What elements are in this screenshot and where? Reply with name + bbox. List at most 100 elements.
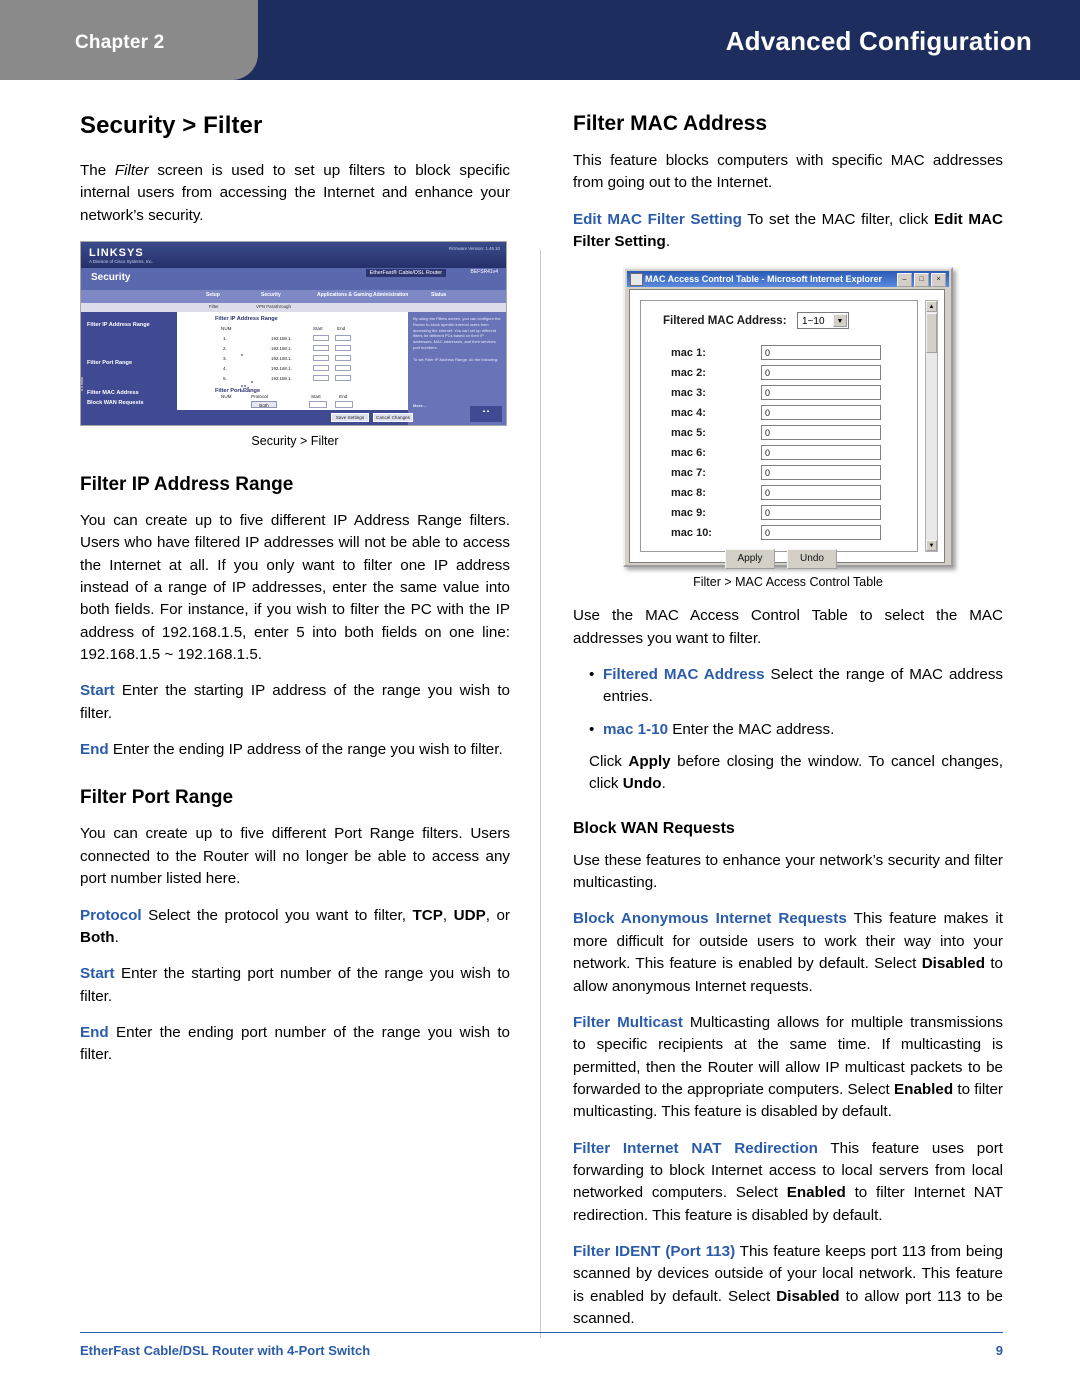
help-text-1: By using the Filters screen, you can con… xyxy=(413,316,501,351)
ip-row-num-1: 1. xyxy=(223,336,227,342)
port-protocol-period: . xyxy=(114,928,119,946)
tab-setup[interactable]: Setup xyxy=(206,292,220,298)
ip-table-title: Filter IP Address Range xyxy=(215,316,278,323)
mac-row-input-10[interactable]: 0 xyxy=(761,525,881,541)
ip-range-end: End Enter the ending IP address of the r… xyxy=(80,739,510,761)
filtered-mac-address-select[interactable]: 1~10 ▼ xyxy=(797,312,849,330)
save-settings-button[interactable]: Save Settings xyxy=(331,413,369,423)
mac-row-input-4[interactable]: 0 xyxy=(761,405,881,421)
nav-filter-mac-address[interactable]: Filter MAC Address xyxy=(87,390,139,396)
ip-row-start-2[interactable] xyxy=(313,345,329,352)
tab-applications-gaming[interactable]: Applications & Gaming xyxy=(317,292,372,298)
intro-italic: Filter xyxy=(114,162,149,179)
mac-row-input-9[interactable]: 0 xyxy=(761,505,881,521)
mac-row-input-1[interactable]: 0 xyxy=(761,345,881,361)
apply-button[interactable]: Apply xyxy=(725,549,775,570)
mac-row-input-3[interactable]: 0 xyxy=(761,385,881,401)
nav-block-wan-requests[interactable]: Block WAN Requests xyxy=(87,400,144,406)
mac-row-input-8[interactable]: 0 xyxy=(761,485,881,501)
anon-requests-bold: Disabled xyxy=(921,955,986,973)
filter-multicast-paragraph: Filter Multicast Multicasting allows for… xyxy=(573,1012,1003,1124)
edit-mac-filter-label: Edit MAC Filter Setting xyxy=(573,210,742,228)
undo-button[interactable]: Undo xyxy=(787,549,837,570)
heading-filter-mac-address: Filter MAC Address xyxy=(573,112,768,135)
port-protocol-tcp: TCP xyxy=(412,906,443,924)
ip-row-start-1[interactable] xyxy=(313,335,329,342)
ip-row-start-4[interactable] xyxy=(313,365,329,372)
figure-caption-security-filter: Security > Filter xyxy=(251,434,339,449)
nav-filter-port-range[interactable]: Filter Port Range xyxy=(87,360,132,366)
heading-filter-ip-address-range: Filter IP Address Range xyxy=(80,474,294,496)
column-divider xyxy=(540,250,541,1338)
mac-row-input-5[interactable]: 0 xyxy=(761,425,881,441)
edit-mac-filter-paragraph: Edit MAC Filter Setting To set the MAC f… xyxy=(573,209,1003,254)
filter-multicast-bold: Enabled xyxy=(894,1080,954,1098)
screenshot-security-filter: LINKSYS A Division of Cisco Systems, Inc… xyxy=(80,241,507,427)
port-range-start-label: Start xyxy=(80,965,115,983)
mac-row-input-2[interactable]: 0 xyxy=(761,365,881,381)
edit-mac-filter-text: To set the MAC filter, click xyxy=(741,210,935,228)
nav-filter-ip-range[interactable]: Filter IP Address Range xyxy=(87,322,150,328)
mac-row-label-5: mac 5: xyxy=(671,427,706,440)
ip-row-end-4[interactable] xyxy=(335,365,351,372)
mac-row-input-6[interactable]: 0 xyxy=(761,445,881,461)
tab-status[interactable]: Status xyxy=(431,292,446,298)
scrollbar-thumb[interactable] xyxy=(926,313,937,354)
ip-header-end: End xyxy=(337,326,346,332)
mac-row-label-4: mac 4: xyxy=(671,407,706,420)
mac-row-label-3: mac 3: xyxy=(671,387,706,400)
bullet-filtered-mac-label: Filtered MAC Address xyxy=(603,666,765,684)
port-range-start-text: Enter the starting port number of the ra… xyxy=(80,965,510,1005)
port-protocol-both: Both xyxy=(80,928,115,946)
ip-range-start: Start Enter the starting IP address of t… xyxy=(80,680,510,725)
ip-row-end-5[interactable] xyxy=(335,375,351,382)
tab-administration[interactable]: Administration xyxy=(373,292,408,298)
ip-row-num-2: 2. xyxy=(223,346,227,352)
ip-row-start-5[interactable] xyxy=(313,375,329,382)
linksys-logo: LINKSYS xyxy=(89,247,144,260)
ip-row-end-1[interactable] xyxy=(335,335,351,342)
port-protocol-select-1[interactable]: Both xyxy=(251,401,277,409)
mac-bullet-list: Filtered MAC Address Select the range of… xyxy=(573,664,1003,741)
mac-intro-paragraph: This feature blocks computers with speci… xyxy=(573,152,1003,192)
mac-window-body: Filtered MAC Address: 1~10 ▼ mac 1: 0 ma… xyxy=(629,289,945,570)
bullet-mac-1-10: mac 1-10 Enter the MAC address. xyxy=(589,719,1003,742)
close-button[interactable]: × xyxy=(931,273,946,288)
ip-header-num: NUM xyxy=(221,326,232,332)
mac-row-label-10: mac 10: xyxy=(671,527,712,540)
mac-form-panel: Filtered MAC Address: 1~10 ▼ mac 1: 0 ma… xyxy=(640,300,918,570)
page-title: Advanced Configuration xyxy=(725,26,1032,56)
anon-requests-label: Block Anonymous Internet Requests xyxy=(573,910,847,928)
nat-redirection-bold: Enabled xyxy=(786,1184,846,1202)
scroll-down-icon[interactable]: ▼ xyxy=(926,540,937,552)
port-range-end-text: Enter the ending port number of the rang… xyxy=(80,1023,510,1064)
ip-row-end-3[interactable] xyxy=(335,355,351,362)
minimize-button[interactable]: – xyxy=(897,273,912,288)
ip-row-prefix-4: 192.168.1. xyxy=(271,366,292,372)
linksys-logo-sub: A Division of Cisco Systems, Inc. xyxy=(89,259,153,265)
mac-table-paragraph: Use the MAC Access Control Table to sele… xyxy=(573,607,1003,647)
nat-redirection-label: Filter Internet NAT Redirection xyxy=(573,1139,818,1157)
port-range-end-label: End xyxy=(80,1023,109,1041)
port-end-1[interactable] xyxy=(335,401,353,409)
edit-mac-filter-period: . xyxy=(665,233,671,251)
vertical-scrollbar[interactable]: ▲ ▼ xyxy=(925,300,938,553)
subtab-vpn-passthrough[interactable]: VPN Passthrough xyxy=(256,304,291,309)
ip-row-num-3: 3. xyxy=(223,356,227,362)
ip-row-start-3[interactable] xyxy=(313,355,329,362)
port-start-1[interactable] xyxy=(309,401,327,409)
help-text-2: To set Filter IP Address Range, do the f… xyxy=(413,356,499,362)
filter-multicast-label: Filter Multicast xyxy=(573,1013,683,1031)
subtab-filter[interactable]: Filter xyxy=(209,304,219,309)
maximize-button[interactable]: □ xyxy=(914,273,929,288)
page-header: Chapter 2 Advanced Configuration xyxy=(0,0,1080,96)
ident-bold: Disabled xyxy=(776,1287,840,1305)
ip-range-end-text: Enter the ending IP address of the range… xyxy=(108,741,503,759)
scroll-up-icon[interactable]: ▲ xyxy=(926,301,937,313)
chevron-down-icon[interactable]: ▼ xyxy=(833,314,847,328)
mac-row-input-7[interactable]: 0 xyxy=(761,465,881,481)
cancel-changes-button[interactable]: Cancel Changes xyxy=(373,413,413,423)
tab-security[interactable]: Security xyxy=(261,292,281,298)
ip-row-end-2[interactable] xyxy=(335,345,351,352)
ident-label: Filter IDENT (Port 113) xyxy=(573,1242,736,1260)
